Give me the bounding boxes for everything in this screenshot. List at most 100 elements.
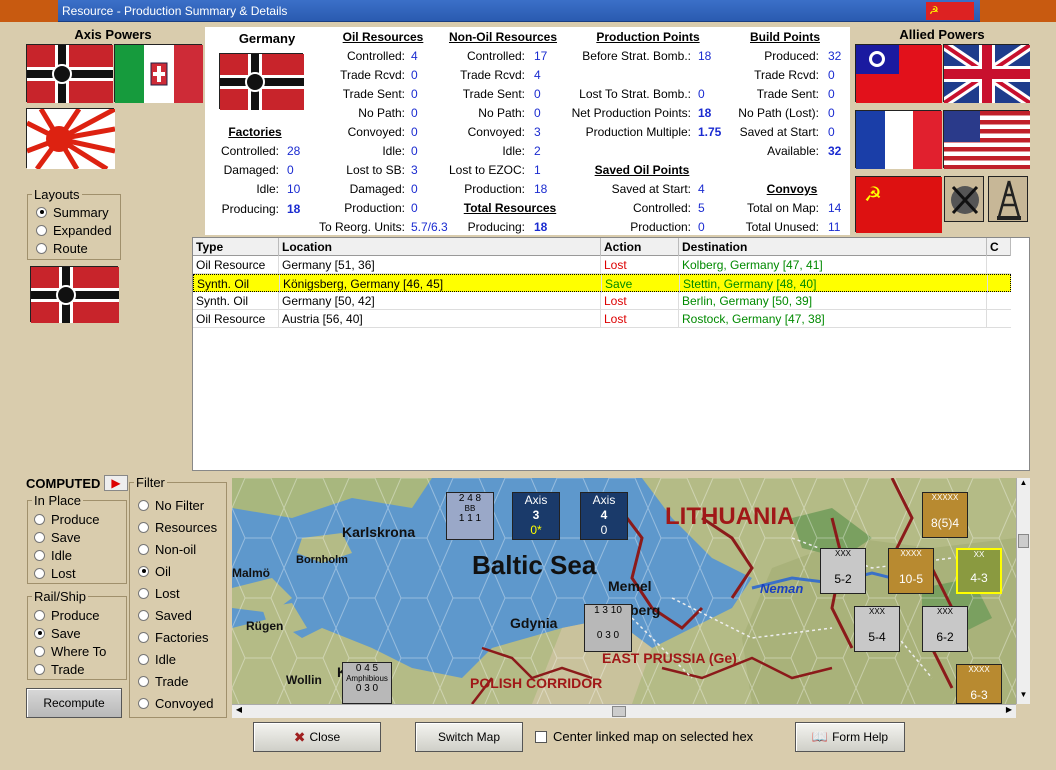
inplace-idle-radio[interactable]: Idle: [34, 546, 72, 564]
filter-trade-radio[interactable]: Trade: [138, 672, 188, 690]
radio-dot[interactable]: [138, 631, 149, 643]
amphibious-unit-counter[interactable]: 0 4 5 Amphibious 0 3 0: [342, 662, 392, 704]
inplace-produce-radio[interactable]: Produce: [34, 510, 99, 528]
filter-nonoil-radio[interactable]: Non-oil: [138, 540, 196, 558]
table-row[interactable]: Oil Resource Austria [56, 40] Lost Rosto…: [193, 310, 1011, 328]
china-flag-icon[interactable]: [855, 44, 942, 103]
radio-dot[interactable]: [138, 499, 149, 511]
germany-flag-icon[interactable]: [26, 44, 113, 103]
axis-stack-box[interactable]: Axis 3 0*: [512, 492, 560, 540]
railship-save-radio[interactable]: Save: [34, 624, 81, 642]
soviet-unit-counter[interactable]: XXX 6-2: [922, 606, 968, 652]
center-map-checkbox[interactable]: [535, 731, 547, 743]
factories-title: Factories: [228, 125, 282, 139]
radio-dot[interactable]: [34, 513, 45, 525]
radio-dot[interactable]: [138, 565, 149, 577]
ussr-flag-icon[interactable]: ☭: [855, 176, 942, 233]
railship-whereto-radio[interactable]: Where To: [34, 642, 106, 660]
close-label: Close: [309, 730, 341, 744]
scroll-up-icon[interactable]: ▲: [1017, 478, 1030, 492]
mines-icon[interactable]: [944, 176, 984, 222]
col-destination-header[interactable]: Destination: [679, 238, 987, 256]
soviet-unit-counter[interactable]: XXX 5-4: [854, 606, 900, 652]
col-location-header[interactable]: Location: [279, 238, 601, 256]
filter-idle-radio[interactable]: Idle: [138, 650, 176, 668]
usa-flag-icon[interactable]: [943, 110, 1030, 169]
filter-nofilter-radio[interactable]: No Filter: [138, 496, 204, 514]
uk-flag-icon[interactable]: [941, 40, 1033, 108]
radio-dot[interactable]: [34, 627, 45, 639]
filter-oil-radio[interactable]: Oil: [138, 562, 171, 580]
table-row[interactable]: Synth. Oil Germany [50, 42] Lost Berlin,…: [193, 292, 1011, 310]
production-row-label: Net Production Points:: [571, 106, 691, 120]
scroll-down-icon[interactable]: ▼: [1017, 690, 1030, 704]
army-unit-counter[interactable]: XX 4-3: [956, 548, 1002, 594]
map-label-rugen: Rügen: [246, 619, 284, 633]
railship-produce-radio[interactable]: Produce: [34, 606, 99, 624]
convoys-row-label: Total on Map:: [746, 201, 819, 215]
radio-dot[interactable]: [138, 587, 149, 599]
filter-lost-radio[interactable]: Lost: [138, 584, 180, 602]
table-row-selected[interactable]: Synth. Oil Königsberg, Germany [46, 45] …: [193, 274, 1011, 293]
map-vertical-scrollbar[interactable]: ▲ ▼: [1016, 478, 1030, 704]
naval-unit-counter[interactable]: 2 4 8 BB 1 1 1: [446, 492, 494, 540]
radio-dot[interactable]: [138, 675, 149, 687]
radio-dot[interactable]: [36, 224, 47, 236]
map-horizontal-scrollbar[interactable]: ◀ ▶: [232, 704, 1016, 718]
radio-dot[interactable]: [138, 543, 149, 555]
radio-dot[interactable]: [34, 531, 45, 543]
map-label-berg: berg: [630, 602, 661, 618]
radio-dot[interactable]: [138, 609, 149, 621]
scroll-thumb[interactable]: [1018, 534, 1029, 548]
japan-flag-icon[interactable]: [25, 106, 117, 172]
scroll-right-icon[interactable]: ▶: [1002, 705, 1016, 718]
layout-summary-label: Summary: [53, 204, 109, 220]
close-button[interactable]: ✖ Close: [253, 722, 381, 752]
radio-dot[interactable]: [34, 663, 45, 675]
radio-dot[interactable]: [36, 242, 47, 254]
radio-dot[interactable]: [34, 609, 45, 621]
oil-derrick-icon[interactable]: [988, 176, 1028, 222]
scroll-left-icon[interactable]: ◀: [232, 705, 246, 718]
filter-resources-radio[interactable]: Resources: [138, 518, 217, 536]
layout-expanded-radio[interactable]: Expanded: [36, 221, 112, 239]
army-unit-counter[interactable]: XXXX 6-3: [956, 664, 1002, 704]
axis-stack-box[interactable]: Axis 4 0: [580, 492, 628, 540]
col-action-header[interactable]: Action: [601, 238, 679, 256]
center-map-label[interactable]: Center linked map on selected hex: [553, 729, 753, 744]
army-unit-counter[interactable]: XXXXX 8(5)4: [922, 492, 968, 538]
nonoil-row-value: 4: [534, 68, 541, 82]
inplace-lost-radio[interactable]: Lost: [34, 564, 76, 582]
radio-dot[interactable]: [34, 549, 45, 561]
computed-arrow-icon[interactable]: ▶: [104, 475, 128, 491]
filter-convoyed-radio[interactable]: Convoyed: [138, 694, 214, 712]
radio-dot[interactable]: [34, 645, 45, 657]
build-row-value: 0: [828, 87, 835, 101]
army-unit-counter[interactable]: XXXX 10-5: [888, 548, 934, 594]
railship-trade-radio[interactable]: Trade: [34, 660, 84, 678]
radio-dot[interactable]: [138, 653, 149, 665]
filter-title: Filter: [134, 475, 167, 490]
italy-flag-icon[interactable]: [114, 44, 203, 103]
scroll-thumb[interactable]: [612, 706, 626, 717]
filter-factories-radio[interactable]: Factories: [138, 628, 208, 646]
layout-route-radio[interactable]: Route: [36, 239, 88, 257]
col-c-header[interactable]: C: [987, 238, 1011, 256]
inplace-save-radio[interactable]: Save: [34, 528, 81, 546]
linked-map[interactable]: Baltic Sea LITHUANIA Karlskrona Bornholm…: [232, 478, 1016, 704]
soviet-unit-counter[interactable]: XXX 5-2: [820, 548, 866, 594]
layout-summary-radio[interactable]: Summary: [36, 203, 109, 221]
build-points-title: Build Points: [750, 30, 820, 44]
col-type-header[interactable]: Type: [193, 238, 279, 256]
naval-unit-counter[interactable]: 1 3 10 0 3 0: [584, 604, 632, 652]
radio-dot[interactable]: [36, 206, 47, 218]
form-help-button[interactable]: 📖 Form Help: [795, 722, 905, 752]
radio-dot[interactable]: [138, 697, 149, 709]
france-flag-icon[interactable]: [855, 110, 942, 169]
table-row[interactable]: Oil Resource Germany [51, 36] Lost Kolbe…: [193, 256, 1011, 274]
radio-dot[interactable]: [138, 521, 149, 533]
recompute-button[interactable]: Recompute: [26, 688, 122, 718]
radio-dot[interactable]: [34, 567, 45, 579]
switch-map-button[interactable]: Switch Map: [415, 722, 523, 752]
filter-saved-radio[interactable]: Saved: [138, 606, 192, 624]
